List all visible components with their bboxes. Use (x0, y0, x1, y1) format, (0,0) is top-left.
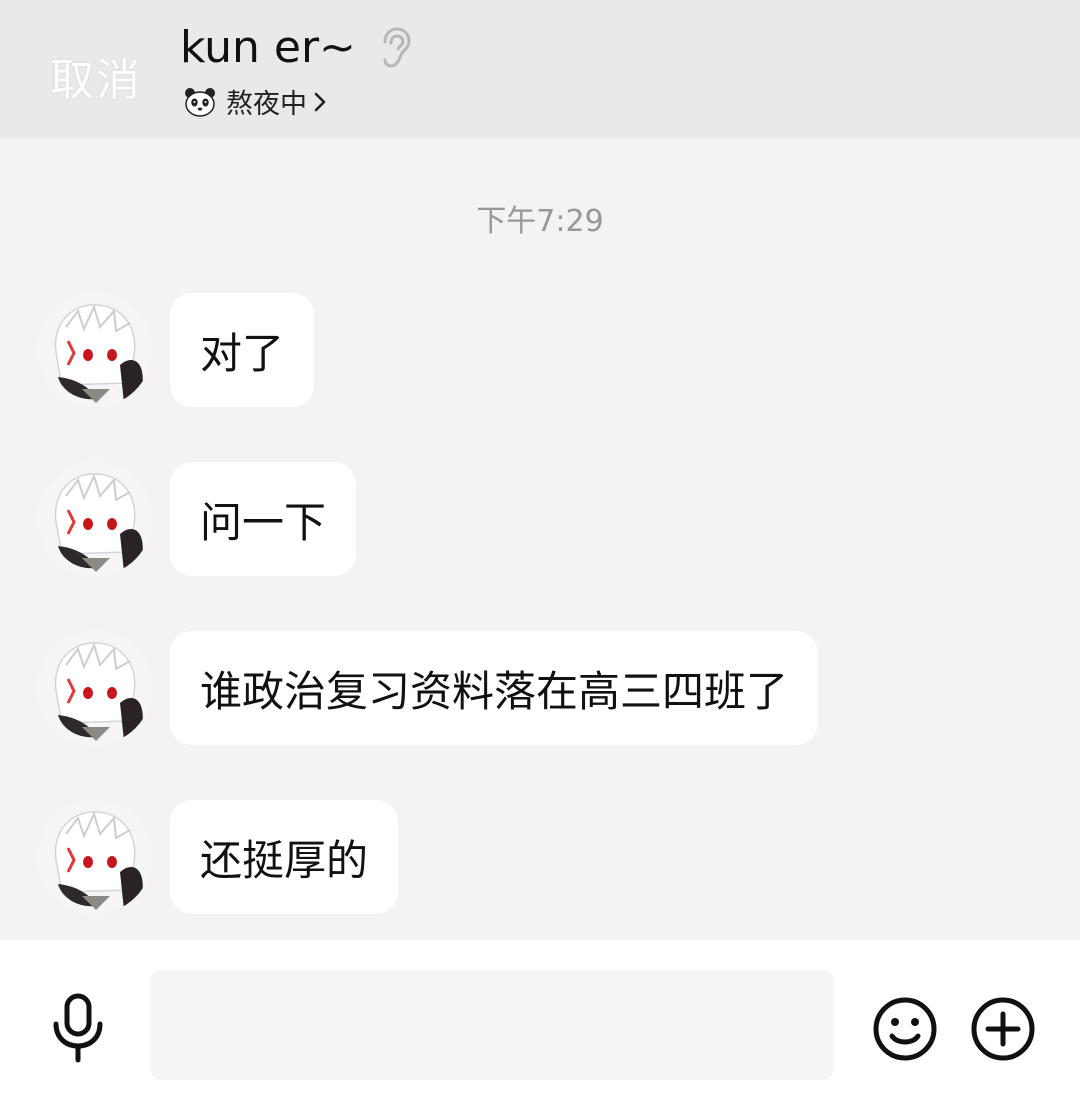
message-row: 还挺厚的 (38, 800, 399, 914)
chat-header: 取消 kun er~ 熬夜中 (0, 0, 1080, 138)
chevron-right-icon (313, 90, 327, 114)
chat-screen: 取消 kun er~ 熬夜中 下午7:29 对了 问一下 谁政治复习资料落在高三… (0, 0, 1080, 1108)
message-bubble[interactable]: 问一下 (170, 462, 357, 576)
cancel-button[interactable]: 取消 (50, 44, 142, 108)
smiley-icon[interactable] (872, 996, 938, 1062)
status-row[interactable]: 熬夜中 (184, 82, 327, 121)
panda-icon (184, 86, 216, 118)
plus-circle-icon[interactable] (970, 996, 1036, 1062)
ear-icon[interactable] (378, 26, 412, 70)
message-bubble[interactable]: 谁政治复习资料落在高三四班了 (170, 631, 819, 745)
avatar[interactable] (38, 800, 152, 914)
status-text: 熬夜中 (226, 89, 307, 120)
message-bubble[interactable]: 还挺厚的 (170, 800, 399, 914)
message-bubble[interactable]: 对了 (170, 293, 315, 407)
message-row: 谁政治复习资料落在高三四班了 (38, 631, 819, 745)
message-row: 对了 (38, 293, 315, 407)
avatar[interactable] (38, 293, 152, 407)
microphone-icon[interactable] (46, 992, 110, 1064)
title-row: kun er~ (180, 22, 412, 73)
message-input[interactable] (150, 970, 834, 1080)
message-timestamp: 下午7:29 (476, 204, 604, 239)
avatar[interactable] (38, 631, 152, 745)
contact-name[interactable]: kun er~ (180, 22, 356, 73)
message-row: 问一下 (38, 462, 357, 576)
avatar[interactable] (38, 462, 152, 576)
